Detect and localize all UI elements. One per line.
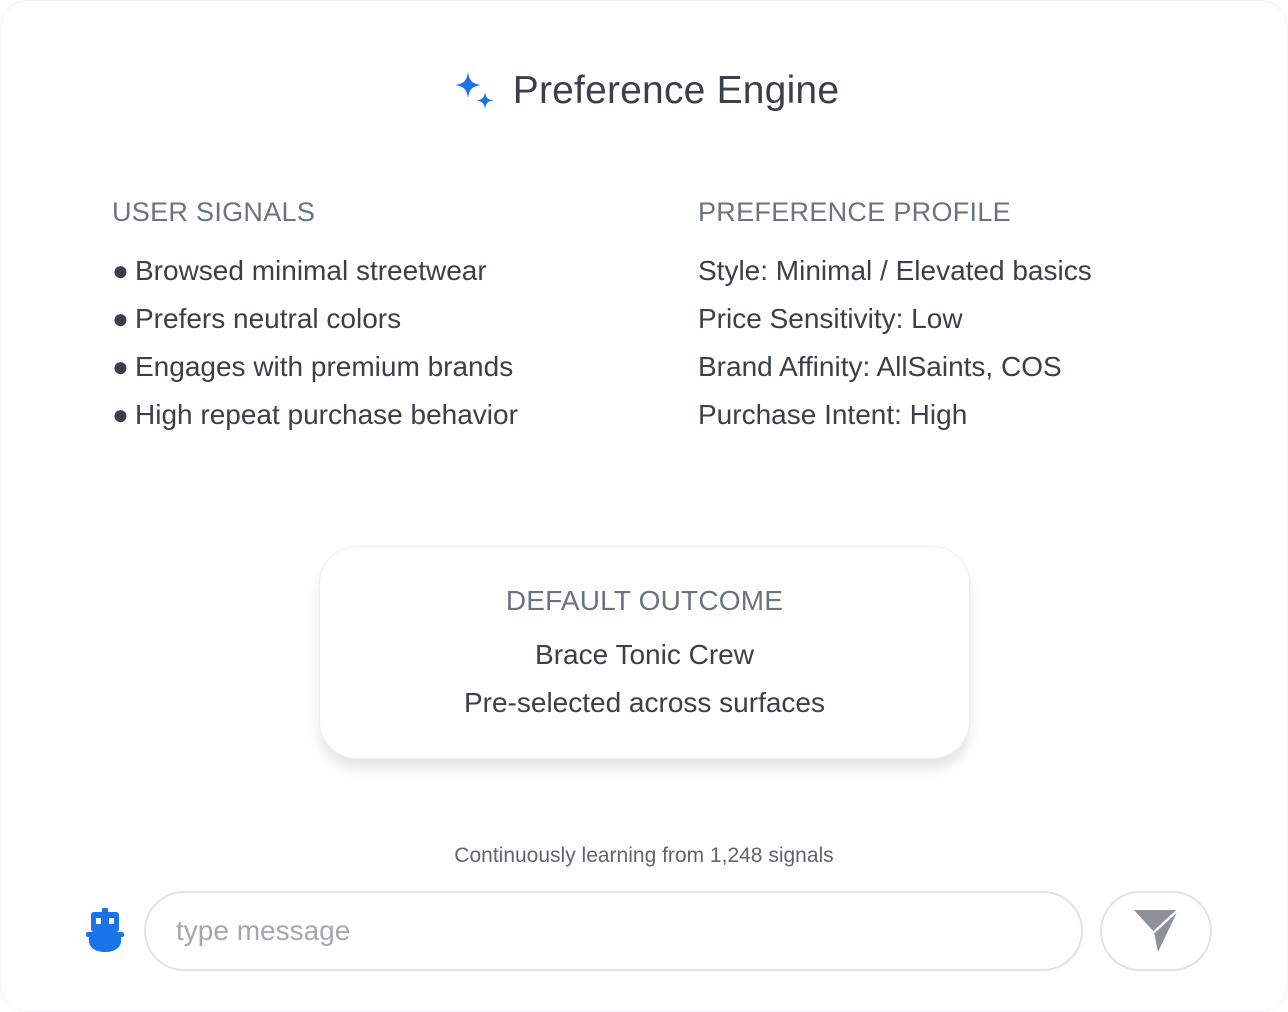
list-item-text: Prefers neutral colors <box>135 303 402 334</box>
message-input[interactable] <box>144 891 1083 971</box>
list-item-text: Engages with premium brands <box>135 351 514 382</box>
list-item: ● Prefers neutral colors <box>112 295 632 343</box>
bullet: ● <box>112 255 129 286</box>
user-signals-list: ● Browsed minimal streetwear ● Prefers neu… <box>112 247 632 439</box>
user-signals-title: USER SIGNALS <box>112 197 316 227</box>
send-icon <box>1134 909 1179 952</box>
preference-engine-card: Preference Engine USER SIGNALS ● Browsed … <box>0 0 1288 1012</box>
user-signals-section: USER SIGNALS ● Browsed minimal streetwear… <box>112 197 632 439</box>
outcome-note: Pre-selected across surfaces <box>463 687 826 718</box>
sparkle-icon <box>454 72 494 109</box>
send-button[interactable] <box>1100 891 1212 971</box>
learning-status: Continuously learning from 1,248 signals <box>454 844 834 867</box>
profile-item-price-sensitivity: Price Sensitivity: Low <box>698 303 963 334</box>
bullet: ● <box>112 351 129 382</box>
message-composer <box>81 891 1213 971</box>
preference-profile-title: PREFERENCE PROFILE <box>698 197 1011 227</box>
default-outcome-card: DEFAULT OUTCOME Brace Tonic Crew Pre-sel… <box>319 546 970 759</box>
header: Preference Engine <box>1 61 1287 121</box>
page-title: Preference Engine <box>512 69 840 112</box>
list-item-text: High repeat purchase behavior <box>135 399 518 430</box>
preference-profile-list: Style: Minimal / Elevated basics Price S… <box>698 247 1218 439</box>
profile-item-purchase-intent: Purchase Intent: High <box>698 399 968 430</box>
outcome-product: Brace Tonic Crew <box>535 639 754 670</box>
preference-profile-section: PREFERENCE PROFILE Style: Minimal / Elev… <box>698 197 1218 439</box>
default-outcome-title: DEFAULT OUTCOME <box>505 585 784 616</box>
list-item: ● Browsed minimal streetwear <box>112 247 632 295</box>
list-item: ● Engages with premium brands <box>112 343 632 391</box>
bullet: ● <box>112 303 129 334</box>
list-item-text: Browsed minimal streetwear <box>135 255 487 286</box>
profile-item-style: Style: Minimal / Elevated basics <box>698 255 1092 286</box>
robot-icon <box>86 908 124 952</box>
list-item: ● High repeat purchase behavior <box>112 391 632 439</box>
bullet: ● <box>112 399 129 430</box>
profile-item-brand-affinity: Brand Affinity: AllSaints, COS <box>698 351 1062 382</box>
